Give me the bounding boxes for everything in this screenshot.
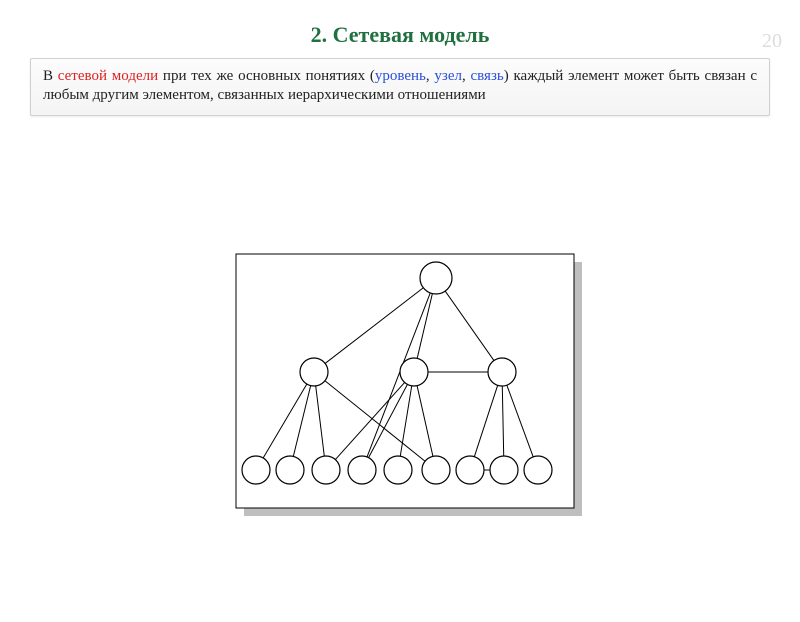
info-text-a: В	[43, 68, 58, 84]
info-text-blue1: уровень	[375, 68, 426, 84]
info-text-blue2: узел	[434, 68, 462, 84]
info-text-b: при тех же основных понятиях (	[158, 68, 375, 84]
info-text-red: сетевой модели	[58, 68, 158, 84]
network-diagram	[222, 248, 604, 538]
info-text-blue3: связь	[471, 68, 504, 84]
page-number: 20	[762, 30, 782, 53]
page-title: 2. Сетевая модель	[0, 22, 800, 48]
info-box: В сетевой модели при тех же основных пон…	[30, 58, 770, 116]
info-sep2: ,	[462, 68, 471, 84]
